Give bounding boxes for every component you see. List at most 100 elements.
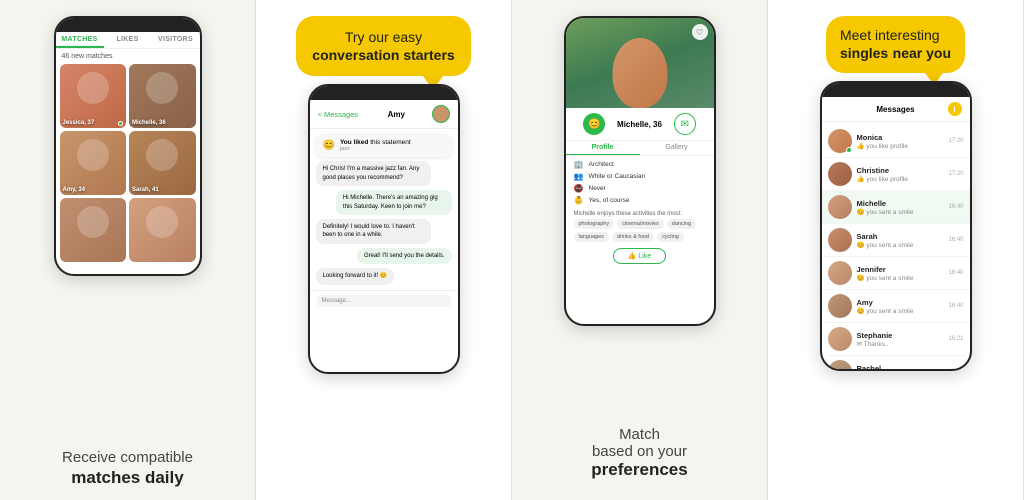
msg-time: 16:21 [948, 336, 963, 342]
messages-title: Messages [844, 105, 948, 114]
caption-line3: preferences [591, 460, 687, 480]
matches-count: 46 new matches [56, 49, 200, 62]
phone-matches: MATCHES LIKES VISITORS 46 new matches Je… [54, 16, 202, 276]
status-bar [822, 83, 970, 97]
msg-time: 17:20 [948, 171, 963, 177]
profile-face [612, 38, 667, 108]
like-button[interactable]: 👍 Like [613, 248, 667, 264]
match-card[interactable]: Michelle, 36 [129, 64, 196, 128]
tab-gallery[interactable]: Gallery [640, 141, 714, 155]
match-card[interactable]: Jessica, 37 [60, 64, 127, 128]
chat-avatar [432, 105, 450, 123]
caption-line1: Receive compatible [62, 449, 193, 466]
tag: photography [574, 219, 615, 229]
chat-message: Hi Michelle. There's an amazing gig this… [336, 190, 452, 215]
match-name: Jessica, 37 [63, 120, 95, 126]
interests-label: Michelle enjoys these activities the mos… [566, 209, 714, 219]
speech-bubble2: Meet interesting singles near you [826, 16, 965, 73]
panel-messages: Meet interesting singles near you Messag… [768, 0, 1024, 500]
profile-tabs[interactable]: Profile Gallery [566, 141, 714, 156]
tag: languages [574, 232, 609, 242]
message-item[interactable]: Jennifer 😊 you sent a smile 16:40 [822, 257, 970, 290]
phone-profile: ♡ 😊 Michelle, 36 ✉ Profile Gallery 🏢 Arc… [564, 16, 716, 326]
match-card[interactable]: Sarah, 41 [129, 131, 196, 195]
children-text: Yes, of course [589, 197, 630, 204]
chat-input[interactable]: Message... [316, 295, 452, 307]
profile-photo: ♡ [566, 18, 714, 108]
chat-area: 😊 You liked this statement jazz Hi Chris… [310, 129, 458, 289]
msg-avatar [828, 327, 852, 351]
tag: cycling [657, 232, 684, 242]
heart-icon[interactable]: ♡ [692, 24, 708, 40]
message-item[interactable]: Sarah 😊 you sent a smile 16:40 [822, 224, 970, 257]
info-row: 👶 Yes, of course [574, 196, 706, 205]
back-button[interactable]: < Messages [318, 110, 359, 119]
tag: drinks & food [612, 232, 654, 242]
notch [108, 21, 148, 29]
info-icon[interactable]: i [948, 102, 962, 116]
msg-content: Sarah 😊 you sent a smile [857, 232, 944, 249]
smile-button[interactable]: 😊 [583, 113, 605, 135]
tab-likes[interactable]: LIKES [104, 32, 152, 48]
msg-content: Christine 👍 you like profile [857, 166, 944, 183]
phone-tabs[interactable]: MATCHES LIKES VISITORS [56, 32, 200, 49]
msg-avatar [828, 294, 852, 318]
msg-name: Michelle [857, 199, 944, 208]
message-item[interactable]: Amy 😊 you sent a smile 16:40 [822, 290, 970, 323]
message-item[interactable]: Rachel 👍 you like profile 15:08 [822, 356, 970, 371]
bubble-text2: conversation starters [312, 46, 454, 64]
message-item[interactable]: Stephanie ✉ Thanks.. 16:21 [822, 323, 970, 356]
tag: dancing [667, 219, 696, 229]
chat-message: Definitely! I would love to. I haven't b… [316, 219, 432, 244]
messages-header: Messages i [822, 97, 970, 122]
chat-input-bar: Message... [310, 290, 458, 311]
msg-preview: 👍 you like profile [857, 142, 944, 150]
tab-matches[interactable]: MATCHES [56, 32, 104, 48]
smoking-text: Never [589, 185, 606, 192]
msg-preview: 😊 you sent a smile [857, 241, 944, 249]
messages-list: Monica 👍 you like profile 17:20 Christin… [822, 122, 970, 371]
tag: cinema/movies [617, 219, 664, 229]
panel-matches: MATCHES LIKES VISITORS 46 new matches Je… [0, 0, 256, 500]
match-card[interactable]: Amy, 34 [60, 131, 127, 195]
children-icon: 👶 [574, 196, 584, 205]
msg-content: Rachel 👍 you like profile [857, 364, 944, 372]
message-button[interactable]: ✉ [674, 113, 696, 135]
occupation-text: Architect [589, 161, 614, 168]
msg-time: 16:40 [948, 204, 963, 210]
msg-name: Jennifer [857, 265, 944, 274]
message-item[interactable]: Michelle 😊 you sent a smile 16:40 [822, 191, 970, 224]
match-card[interactable] [129, 198, 196, 262]
bubble-text1: Meet interesting [840, 26, 951, 44]
message-item[interactable]: Christine 👍 you like profile 17:20 [822, 158, 970, 191]
phone-chat: < Messages Amy 😊 You liked this statemen… [308, 84, 460, 374]
profile-actions: 😊 Michelle, 36 ✉ [566, 108, 714, 141]
profile-info-list: 🏢 Architect 👥 White or Caucasian 🚭 Never… [566, 156, 714, 209]
conversation-starter[interactable]: 😊 You liked this statement jazz [316, 134, 452, 157]
msg-time: 16:40 [948, 303, 963, 309]
match-card[interactable] [60, 198, 127, 262]
msg-name: Amy [857, 298, 944, 307]
msg-content: Monica 👍 you like profile [857, 133, 944, 150]
interests-tags: photography cinema/movies dancing langua… [566, 219, 714, 245]
occupation-icon: 🏢 [574, 160, 584, 169]
msg-name: Christine [857, 166, 944, 175]
message-item[interactable]: Monica 👍 you like profile 17:20 [822, 125, 970, 158]
smoking-icon: 🚭 [574, 184, 584, 193]
msg-content: Jennifer 😊 you sent a smile [857, 265, 944, 282]
msg-name: Monica [857, 133, 944, 142]
msg-content: Amy 😊 you sent a smile [857, 298, 944, 315]
msg-name: Stephanie [857, 331, 944, 340]
msg-time: 16:40 [948, 270, 963, 276]
tab-profile[interactable]: Profile [566, 141, 640, 155]
panel-conversation: Try our easy conversation starters < Mes… [256, 0, 512, 500]
phone-messages: Messages i Monica 👍 you like profile 17:… [820, 81, 972, 371]
match-name: Sarah, 41 [132, 187, 159, 193]
msg-time: 17:20 [948, 138, 963, 144]
match-name: Amy, 34 [63, 187, 86, 193]
caption-line1: Match [591, 426, 687, 443]
info-row: 👥 White or Caucasian [574, 172, 706, 181]
tab-visitors[interactable]: VISITORS [152, 32, 200, 48]
msg-content: Stephanie ✉ Thanks.. [857, 331, 944, 348]
info-row: 🏢 Architect [574, 160, 706, 169]
